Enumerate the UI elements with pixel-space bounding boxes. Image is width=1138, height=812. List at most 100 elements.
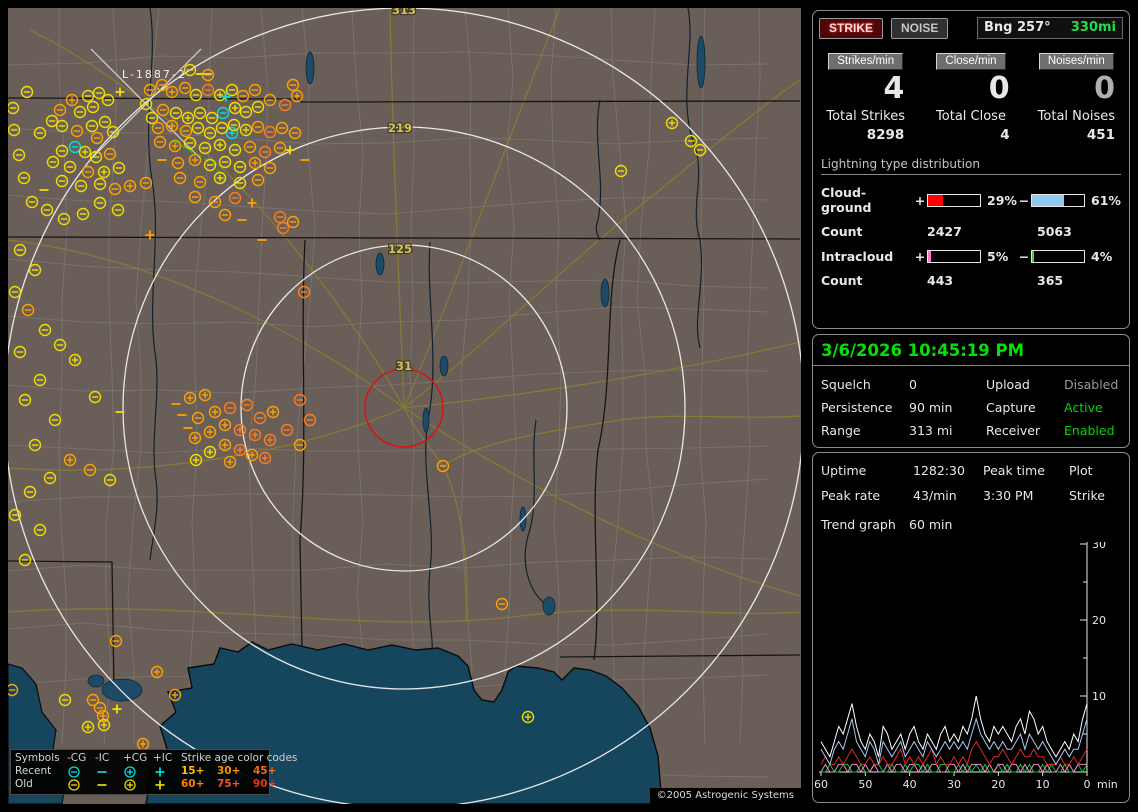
x-axis-unit: min <box>1097 778 1118 791</box>
total-strikes-label: Total Strikes <box>826 109 905 124</box>
receiver-value: Enabled <box>1064 423 1115 438</box>
legend-col-ic-minus: -IC <box>95 752 110 764</box>
capture-value: Active <box>1064 400 1103 415</box>
x-tick-label: 10 <box>1036 778 1050 791</box>
cg-minus-bar <box>1031 193 1085 207</box>
legend-symbol-p <box>153 778 181 791</box>
total-close-label: Total Close <box>936 109 1006 124</box>
total-close-value: 4 <box>1000 127 1010 143</box>
legend-row-recent: Recent 15+ 30+ 45+ <box>15 765 276 778</box>
cloud-ground-row: Cloud-ground + 29% − 61% <box>821 185 1121 215</box>
minus-sign: − <box>1018 192 1030 208</box>
range-value: 313 mi <box>909 423 953 438</box>
persistence-value: 90 min <box>909 400 953 415</box>
ic-minus-count: 365 <box>1037 273 1064 288</box>
legend-age-15+: 15+ <box>181 765 205 777</box>
distribution-title: Lightning type distribution <box>821 157 1121 175</box>
total-strikes-value: 8298 <box>866 127 905 143</box>
status-grid: Squelch 0 Upload Disabled Persistence 90… <box>813 366 1129 438</box>
trend-graph-value: 60 min <box>909 517 953 532</box>
legend-symbols-title: Symbols <box>15 752 60 764</box>
ring-distance-label: 125 <box>388 242 412 256</box>
peak-rate-label: Peak rate <box>821 488 881 503</box>
stats-grid: Uptime 1282:30 Peak time Plot Peak rate … <box>813 453 1129 503</box>
x-tick-label: 0 <box>1084 778 1091 791</box>
ring-distance-label: 313 <box>392 8 416 17</box>
y-tick-label: 20 <box>1092 614 1106 627</box>
legend-row-label: Recent <box>15 765 52 777</box>
bearing-readout: Bng 257° 330mi <box>977 17 1123 39</box>
strike-summary-box: STRIKE NOISE Bng 257° 330mi Strikes/min … <box>812 10 1130 329</box>
bearing-value: Bng 257° <box>984 20 1051 35</box>
noises-per-min-value: 0 <box>1094 71 1115 106</box>
legend-col-cg-minus: -CG <box>67 752 87 764</box>
intracloud-row: Intracloud + 5% − 4% <box>821 249 1121 264</box>
ring-distance-label: 219 <box>388 121 412 135</box>
ic-plus-pct: 5% <box>987 249 1009 264</box>
map-svg[interactable]: 313 219 125 31 L-1887-2 <box>8 8 801 804</box>
cg-minus-count: 5063 <box>1037 224 1072 239</box>
total-noises-value: 451 <box>1086 127 1115 143</box>
copyright-text: ©2005 Astrogenic Systems <box>649 788 801 804</box>
strike-mode-button[interactable]: STRIKE <box>819 17 884 39</box>
count-label: Count <box>821 224 863 239</box>
upload-value: Disabled <box>1064 377 1119 392</box>
cg-plus-bar <box>927 193 981 207</box>
legend-age-90+: 90+ <box>253 778 277 790</box>
persistence-label: Persistence <box>821 400 893 415</box>
cg-plus-pct: 29% <box>987 192 1017 208</box>
uptime-label: Uptime <box>821 463 867 478</box>
squelch-label: Squelch <box>821 377 871 392</box>
plus-sign: + <box>914 249 926 264</box>
receiver-status-box: 3/6/2026 10:45:19 PM Squelch 0 Upload Di… <box>812 334 1130 448</box>
legend-row-old: Old 60+ 75+ 90+ <box>15 778 276 791</box>
legend-symbol-m <box>95 765 123 778</box>
legend-header-row: Symbols -CG -IC +CG +IC Strike age color… <box>15 752 297 765</box>
legend-symbol-m <box>95 778 123 791</box>
x-tick-label: 50 <box>858 778 872 791</box>
trend-series-ic- <box>821 763 1088 773</box>
close-per-min-button[interactable]: Close/min <box>936 53 1006 70</box>
trend-series-cg- <box>820 740 1088 766</box>
y-tick-label: 30 <box>1092 542 1106 551</box>
peak-rate-value: 43/min <box>913 488 957 503</box>
storm-cell-label: L-1887-2 <box>122 68 187 81</box>
legend-symbol-op <box>123 765 153 778</box>
upload-label: Upload <box>986 377 1030 392</box>
ic-plus-count: 443 <box>927 273 954 288</box>
intracloud-label: Intracloud <box>821 249 894 264</box>
legend-row-label: Old <box>15 778 33 790</box>
legend-symbol-p <box>153 765 181 778</box>
ring-distance-label: 31 <box>396 359 412 373</box>
legend-symbol-op <box>123 778 153 791</box>
noises-per-min-button[interactable]: Noises/min <box>1038 53 1114 70</box>
noise-mode-button[interactable]: NOISE <box>891 17 949 39</box>
bearing-distance: 330mi <box>1070 20 1116 35</box>
y-tick-label: 10 <box>1092 690 1106 703</box>
uptime-value: 1282:30 <box>913 463 965 478</box>
range-label: Range <box>821 423 861 438</box>
x-tick-label: 30 <box>947 778 961 791</box>
map-view[interactable]: 313 219 125 31 L-1887-2 Symbols -CG -IC +CG… <box>8 8 801 804</box>
strikes-per-min-button[interactable]: Strikes/min <box>828 53 904 70</box>
map-symbol-legend: Symbols -CG -IC +CG +IC Strike age color… <box>10 749 297 795</box>
cg-minus-pct: 61% <box>1091 192 1121 208</box>
close-per-min-value: 0 <box>988 71 1010 106</box>
app-root: { "app": { "copyright": "©2005 Astrogeni… <box>0 0 1138 812</box>
peak-time-label: Peak time <box>983 463 1045 478</box>
peak-time-value: 3:30 PM <box>983 488 1034 503</box>
ic-minus-bar <box>1031 250 1085 263</box>
trend-box: Uptime 1282:30 Peak time Plot Peak rate … <box>812 452 1130 803</box>
minus-sign: − <box>1018 249 1030 264</box>
rate-counters: Strikes/min 4 Total Strikes 8298 Close/m… <box>813 53 1129 143</box>
strikes-per-min-value: 4 <box>883 71 905 106</box>
trend-graph-row: Trend graph 60 min <box>813 503 1129 532</box>
legend-col-cg-plus: +CG <box>123 752 148 764</box>
receiver-label: Receiver <box>986 423 1041 438</box>
legend-age-60+: 60+ <box>181 778 205 790</box>
cloud-ground-label: Cloud-ground <box>821 185 872 215</box>
side-panel: STRIKE NOISE Bng 257° 330mi Strikes/min … <box>810 0 1134 812</box>
plus-sign: + <box>914 192 926 208</box>
trend-graph-label: Trend graph <box>821 517 896 532</box>
legend-age-45+: 45+ <box>253 765 277 777</box>
